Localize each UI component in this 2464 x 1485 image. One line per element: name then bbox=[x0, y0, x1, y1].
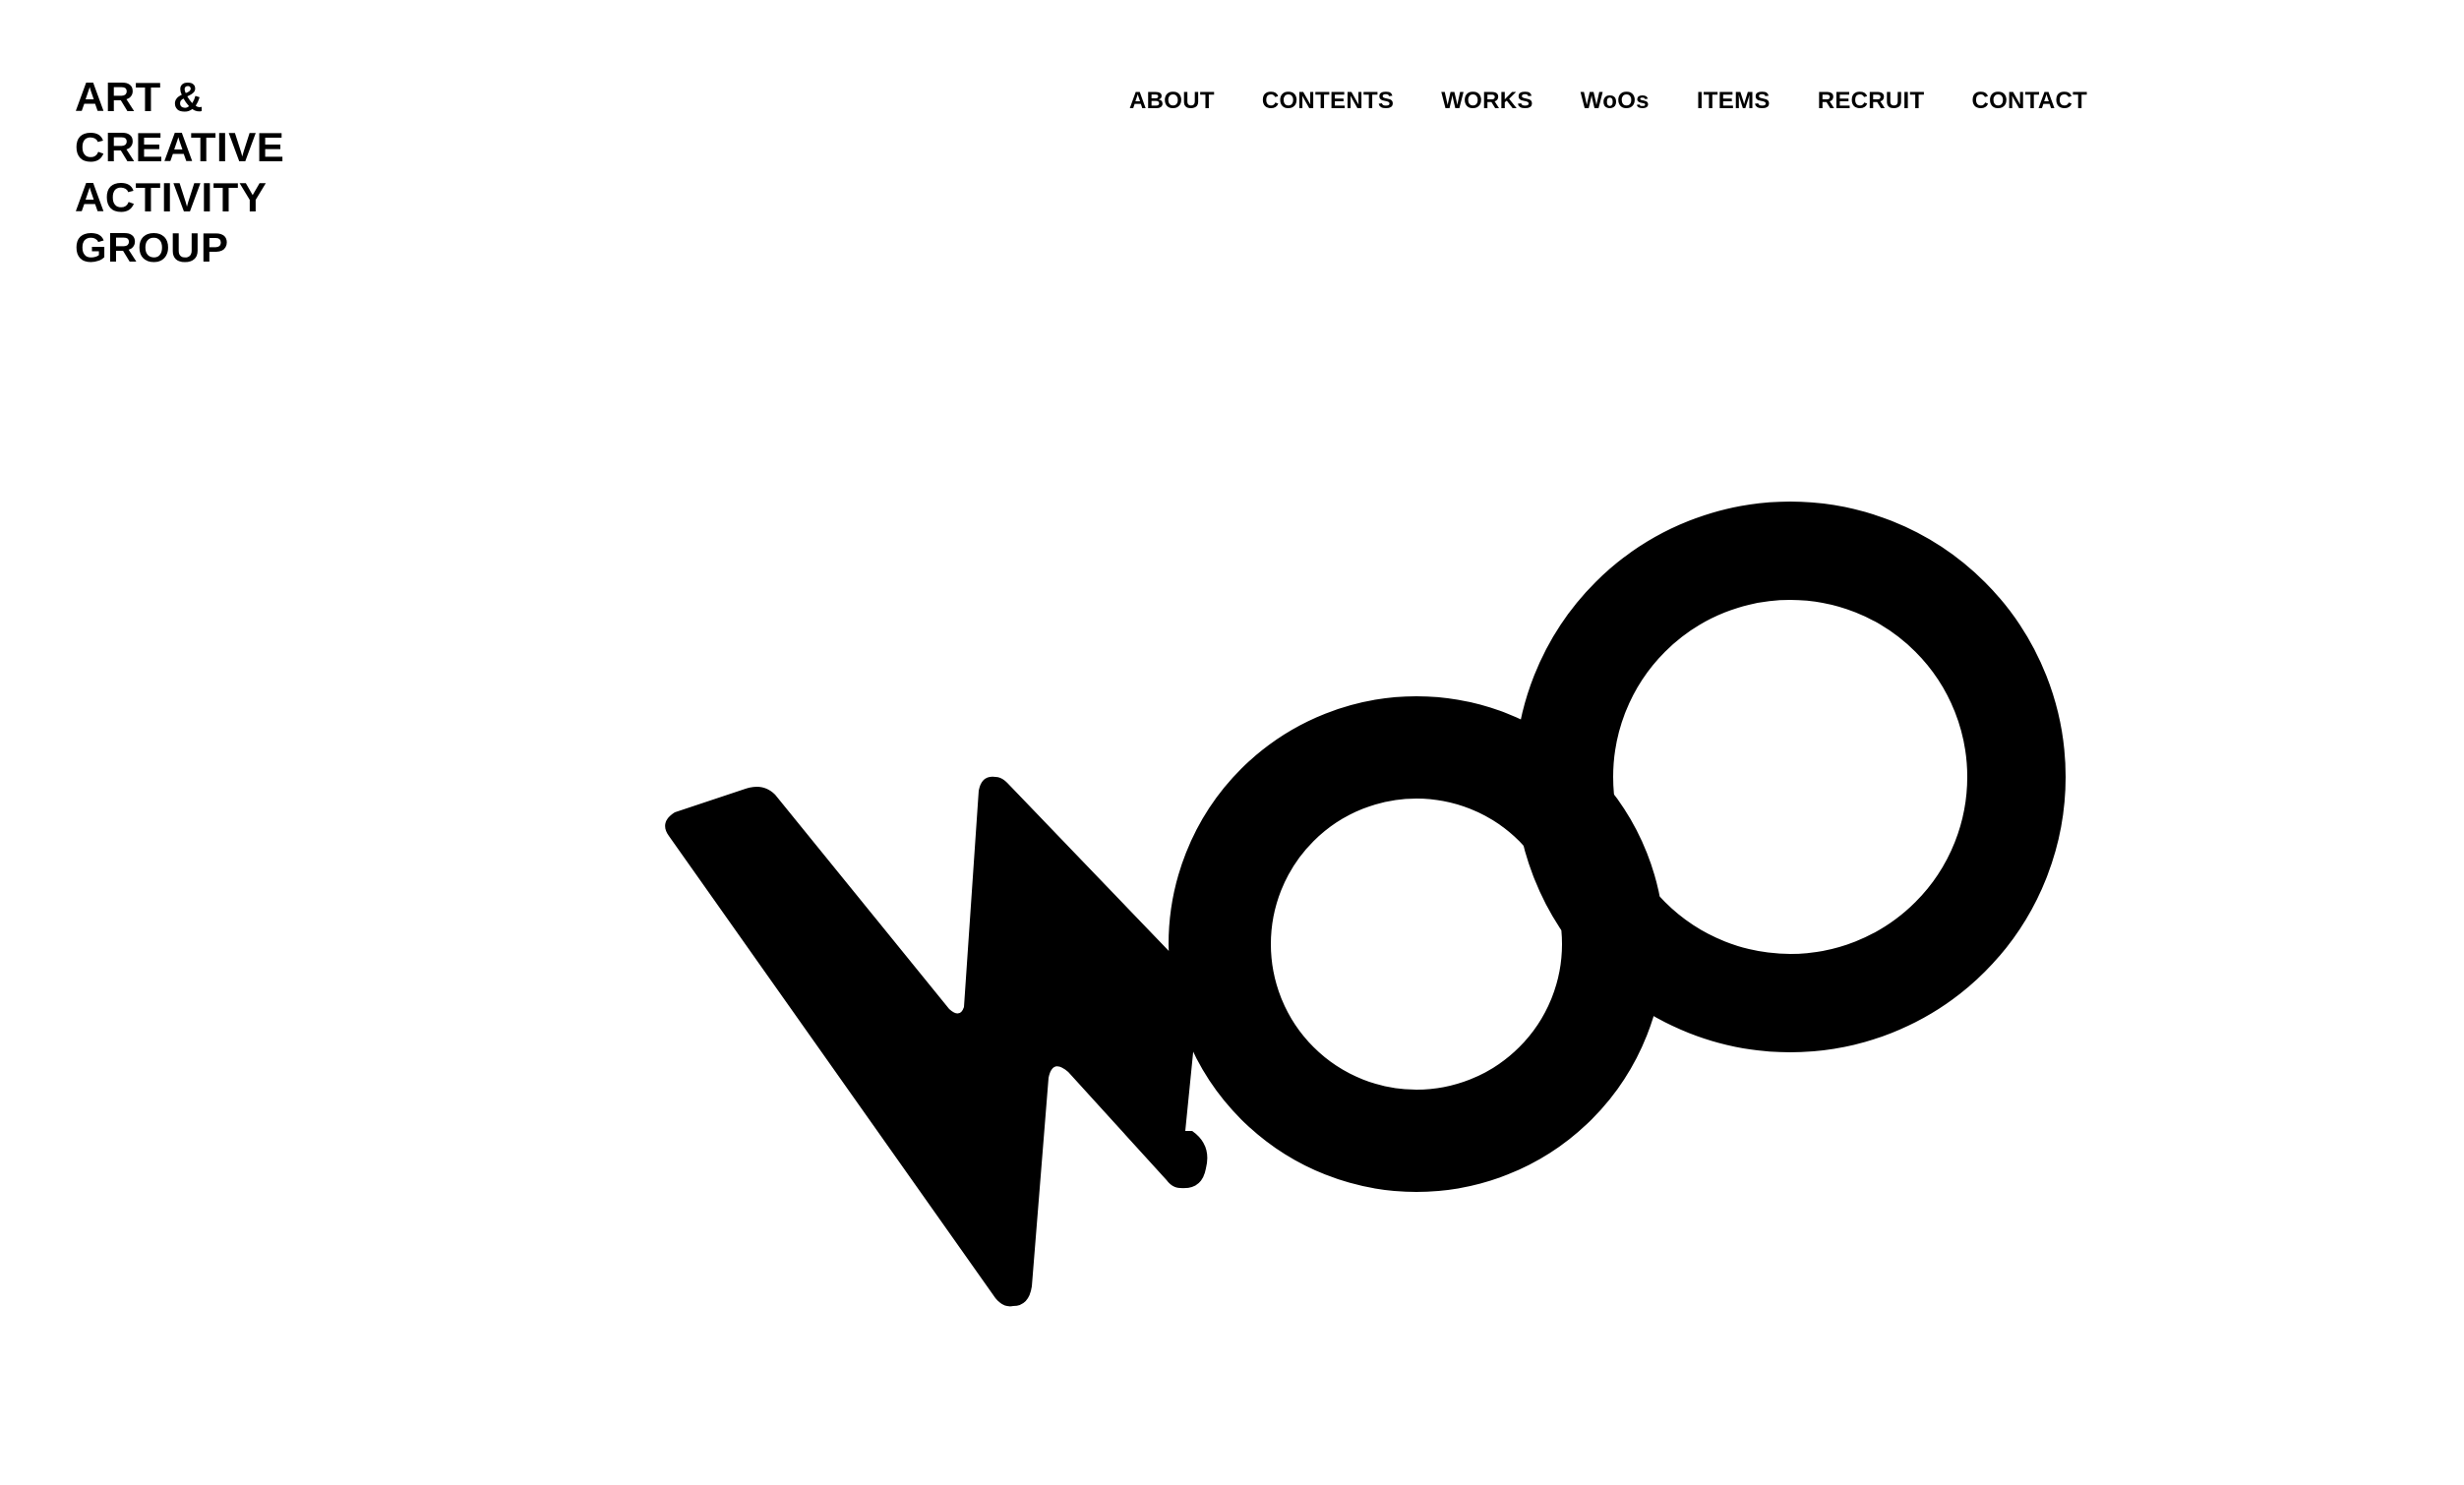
woo-logo-w-shape bbox=[665, 776, 1208, 1307]
nav-item-woos: WoOs bbox=[1581, 85, 1697, 118]
woo-logo-icon bbox=[665, 502, 2066, 1307]
nav-link-about[interactable]: ABOUT bbox=[1129, 85, 1215, 118]
nav-item-contents: CONTENTS bbox=[1262, 85, 1441, 118]
nav-item-works: WORKS bbox=[1441, 85, 1581, 118]
brand-line-3: ACTIVITY bbox=[75, 174, 268, 220]
brand-line-1: ART & bbox=[75, 74, 204, 120]
brand-line-4: GROUP bbox=[75, 224, 229, 270]
nav-link-items[interactable]: ITEMS bbox=[1697, 85, 1771, 118]
brand-logo-link[interactable]: ART & CREATIVE ACTIVITY GROUP bbox=[75, 72, 284, 272]
nav-link-contents[interactable]: CONTENTS bbox=[1262, 85, 1394, 118]
main-nav: ABOUT CONTENTS WORKS WoOs ITEMS RECRUIT … bbox=[1129, 85, 2087, 118]
brand-line-2: CREATIVE bbox=[75, 124, 285, 170]
nav-item-items: ITEMS bbox=[1697, 85, 1818, 118]
nav-link-recruit[interactable]: RECRUIT bbox=[1818, 85, 1925, 118]
woo-logo-large-o bbox=[1515, 502, 2066, 1052]
nav-item-about: ABOUT bbox=[1129, 85, 1262, 118]
nav-item-contact: CONTACT bbox=[1971, 85, 2087, 118]
nav-item-recruit: RECRUIT bbox=[1818, 85, 1972, 118]
nav-link-contact[interactable]: CONTACT bbox=[1971, 85, 2087, 118]
nav-link-works[interactable]: WORKS bbox=[1441, 85, 1533, 118]
nav-link-woos[interactable]: WoOs bbox=[1581, 85, 1650, 118]
